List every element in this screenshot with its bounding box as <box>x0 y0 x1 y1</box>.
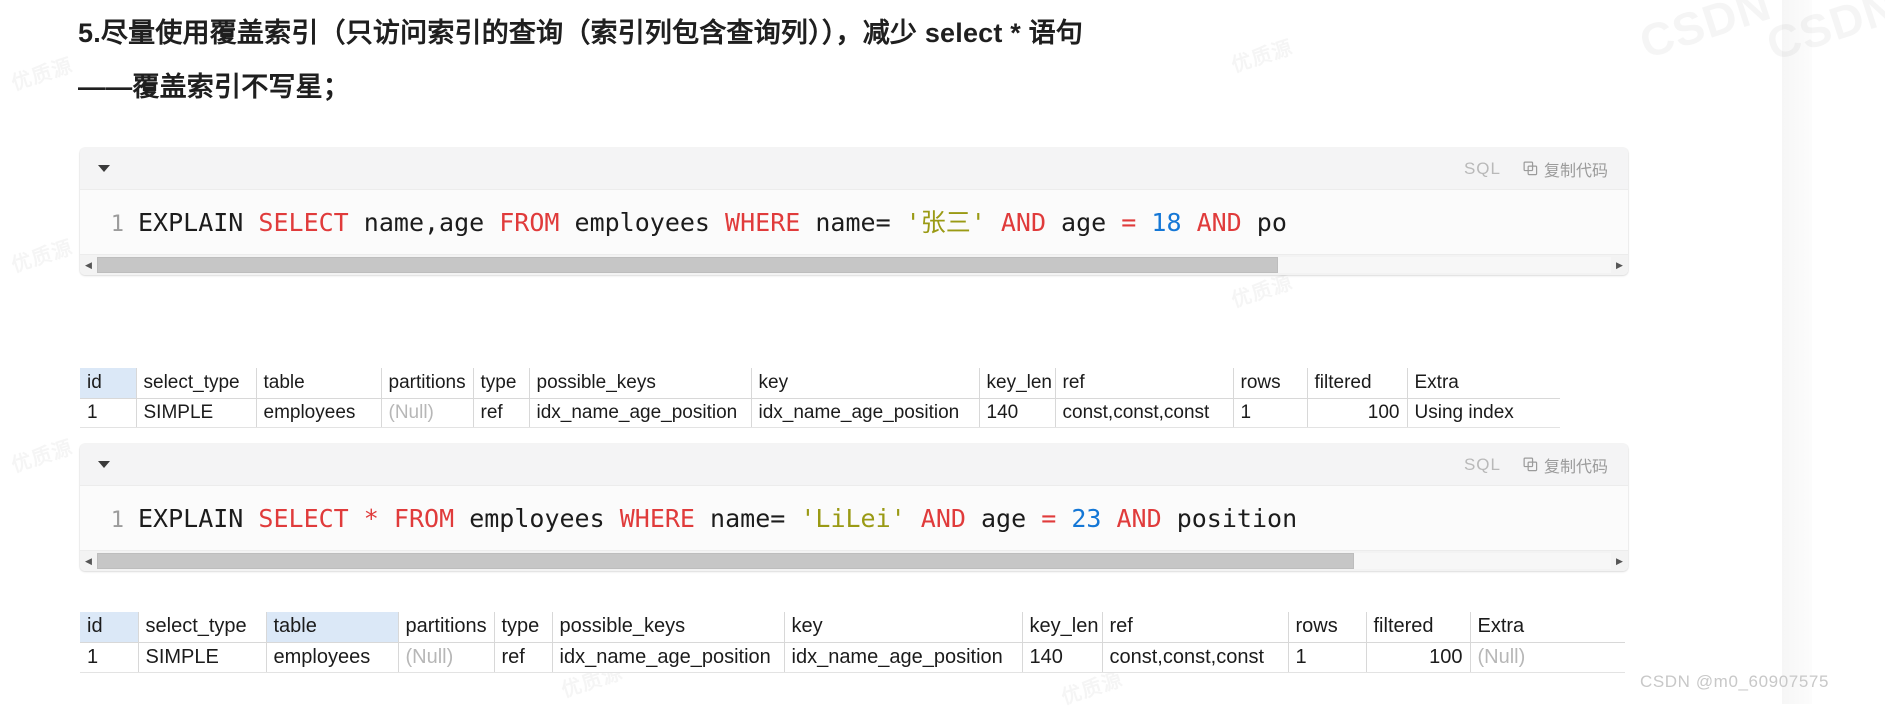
scroll-left-arrow-icon[interactable]: ◀ <box>80 551 97 571</box>
code-block-1-hscrollbar[interactable]: ◀ ▶ <box>80 254 1628 275</box>
cell-filtered: 100 <box>1366 642 1471 673</box>
scroll-track-2[interactable] <box>97 553 1611 569</box>
col-header-id[interactable]: id <box>80 368 137 399</box>
cell-key: idx_name_age_position <box>784 642 1023 673</box>
code-block-2-hscrollbar[interactable]: ◀ ▶ <box>80 550 1628 571</box>
page-title-line-2: ——覆盖索引不写星； <box>78 72 350 103</box>
table-header-row-2: id select_type table partitions type pos… <box>80 612 1625 643</box>
cell-partitions: (Null) <box>398 642 495 673</box>
cell-ref: const,const,const <box>1055 398 1234 428</box>
col-header-key-len[interactable]: key_len <box>1022 612 1103 643</box>
explain-result-table-2: id select_type table partitions type pos… <box>80 612 1625 673</box>
code-line-1: 1 EXPLAIN SELECT name,age FROM employees… <box>80 204 1628 244</box>
bg-watermark: CSDN <box>1760 0 1885 71</box>
cell-select-type: SIMPLE <box>136 398 257 428</box>
cell-type: ref <box>494 642 553 673</box>
cell-extra: (Null) <box>1470 642 1625 673</box>
cell-rows: 1 <box>1288 642 1367 673</box>
csdn-watermark: CSDN @m0_60907575 <box>1639 672 1829 691</box>
col-header-id[interactable]: id <box>80 612 139 643</box>
page-right-shade <box>1782 0 1812 704</box>
col-header-select-type[interactable]: select_type <box>138 612 267 643</box>
col-header-select-type[interactable]: select_type <box>136 368 257 399</box>
col-header-type[interactable]: type <box>473 368 530 399</box>
line-number-2: 1 <box>110 508 124 533</box>
code-content-2: EXPLAIN SELECT * FROM employees WHERE na… <box>138 504 1298 533</box>
code-block-1-header: SQL 复制代码 <box>80 148 1628 190</box>
code-block-2-header: SQL 复制代码 <box>80 444 1628 486</box>
code-block-2: SQL 复制代码 1 EXPLAIN SELECT * FROM employe… <box>80 444 1628 571</box>
table-row: 1 SIMPLE employees (Null) ref idx_name_a… <box>80 398 1560 428</box>
line-number-1: 1 <box>110 212 124 237</box>
scroll-track-1[interactable] <box>97 257 1611 273</box>
code-line-2: 1 EXPLAIN SELECT * FROM employees WHERE … <box>80 500 1628 540</box>
cell-type: ref <box>473 398 530 428</box>
cell-key-len: 140 <box>979 398 1056 428</box>
scroll-right-arrow-icon[interactable]: ▶ <box>1611 255 1628 275</box>
cell-possible-keys: idx_name_age_position <box>552 642 785 673</box>
bg-watermark: 优质源 <box>7 49 76 96</box>
col-header-extra[interactable]: Extra <box>1470 612 1625 643</box>
cell-filtered: 100 <box>1307 398 1408 428</box>
col-header-key[interactable]: key <box>784 612 1023 643</box>
copy-code-button-1[interactable]: 复制代码 <box>1523 157 1608 181</box>
code-block-1-body[interactable]: 1 EXPLAIN SELECT name,age FROM employees… <box>80 190 1628 254</box>
col-header-table[interactable]: table <box>256 368 382 399</box>
cell-id: 1 <box>80 642 139 673</box>
scroll-thumb-1[interactable] <box>97 257 1278 273</box>
col-header-partitions[interactable]: partitions <box>398 612 495 643</box>
col-header-filtered[interactable]: filtered <box>1366 612 1471 643</box>
cell-rows: 1 <box>1233 398 1308 428</box>
col-header-filtered[interactable]: filtered <box>1307 368 1408 399</box>
col-header-ref[interactable]: ref <box>1102 612 1289 643</box>
scroll-thumb-2[interactable] <box>97 553 1354 569</box>
cell-table: employees <box>266 642 399 673</box>
code-block-1-language-label: SQL <box>1463 158 1501 178</box>
caret-down-icon[interactable] <box>98 165 110 172</box>
cell-key: idx_name_age_position <box>751 398 980 428</box>
copy-icon <box>1523 457 1538 472</box>
col-header-possible-keys[interactable]: possible_keys <box>552 612 785 643</box>
cell-partitions: (Null) <box>381 398 474 428</box>
cell-table: employees <box>256 398 382 428</box>
bg-watermark: 优质源 <box>7 431 76 478</box>
copy-code-label-2: 复制代码 <box>1543 458 1608 476</box>
page-title-line-1: 5.尽量使用覆盖索引（只访问索引的查询（索引列包含查询列）），减少 select… <box>78 18 1084 48</box>
heading-group: 5.尽量使用覆盖索引（只访问索引的查询（索引列包含查询列）），减少 select… <box>78 14 1678 107</box>
cell-ref: const,const,const <box>1102 642 1289 673</box>
table-row: 1 SIMPLE employees (Null) ref idx_name_a… <box>80 642 1625 673</box>
code-block-2-body[interactable]: 1 EXPLAIN SELECT * FROM employees WHERE … <box>80 486 1628 550</box>
col-header-type[interactable]: type <box>494 612 553 643</box>
col-header-partitions[interactable]: partitions <box>381 368 474 399</box>
col-header-extra[interactable]: Extra <box>1407 368 1560 399</box>
col-header-key[interactable]: key <box>751 368 980 399</box>
explain-result-table-1: id select_type table partitions type pos… <box>80 368 1560 428</box>
copy-icon <box>1523 161 1538 176</box>
code-block-1: SQL 复制代码 1 EXPLAIN SELECT name,age FROM … <box>80 148 1628 275</box>
code-block-2-language-label: SQL <box>1463 454 1501 474</box>
col-header-rows[interactable]: rows <box>1233 368 1308 399</box>
bg-watermark: 优质源 <box>7 231 76 278</box>
copy-code-label-1: 复制代码 <box>1543 162 1608 180</box>
copy-code-button-2[interactable]: 复制代码 <box>1523 453 1608 477</box>
code-content-1: EXPLAIN SELECT name,age FROM employees W… <box>138 208 1287 237</box>
cell-possible-keys: idx_name_age_position <box>529 398 752 428</box>
col-header-ref[interactable]: ref <box>1055 368 1234 399</box>
col-header-table[interactable]: table <box>266 612 399 643</box>
cell-key-len: 140 <box>1022 642 1103 673</box>
cell-id: 1 <box>80 398 137 428</box>
cell-select-type: SIMPLE <box>138 642 267 673</box>
caret-down-icon[interactable] <box>98 461 110 468</box>
cell-extra: Using index <box>1407 398 1560 428</box>
scroll-left-arrow-icon[interactable]: ◀ <box>80 255 97 275</box>
scroll-right-arrow-icon[interactable]: ▶ <box>1611 551 1628 571</box>
col-header-possible-keys[interactable]: possible_keys <box>529 368 752 399</box>
col-header-key-len[interactable]: key_len <box>979 368 1056 399</box>
col-header-rows[interactable]: rows <box>1288 612 1367 643</box>
table-header-row-1: id select_type table partitions type pos… <box>80 368 1560 399</box>
